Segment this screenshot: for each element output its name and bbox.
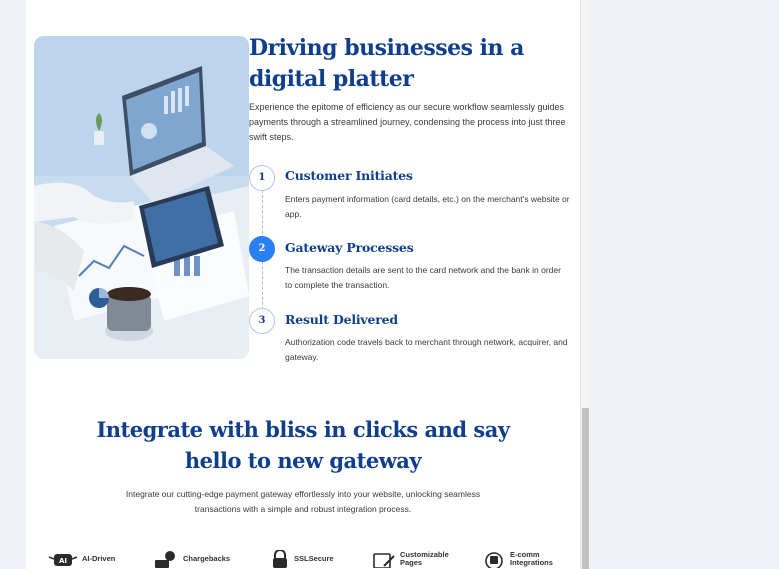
feature-sslsecure: SSLSecure (270, 550, 334, 568)
hero-intro: Experience the epitome of efficiency as … (249, 102, 566, 142)
feature-ecomm-integrations: E-comm Integrations (482, 550, 564, 568)
feature-label-chargebacks: Chargebacks (183, 554, 231, 563)
step-desc-1: Enters payment information (card details… (285, 194, 570, 219)
step-number-2: 2 (249, 236, 275, 262)
integrate-title: Integrate with bliss in clicks and say h… (96, 417, 510, 473)
feature-list: AI AI-Driven Chargebacks SSLSecure Custo… (46, 550, 566, 569)
chargeback-icon (155, 551, 175, 568)
feature-label-ecomm-integrations: E-comm Integrations (510, 550, 553, 567)
scrollbar-thumb[interactable] (582, 408, 589, 569)
feature-chargebacks: Chargebacks (153, 550, 230, 568)
step-title-3: Result Delivered (285, 312, 398, 327)
lock-icon (273, 550, 287, 568)
step-number-1: 1 (249, 165, 275, 191)
step-title-2: Gateway Processes (285, 240, 414, 255)
feature-label-ai-driven: AI-Driven (82, 554, 116, 563)
hero-title: Driving businesses in a digital platter (249, 35, 524, 92)
scrollbar[interactable] (580, 0, 590, 569)
feature-ai-driven: AI AI-Driven (48, 550, 115, 568)
ai-robot-icon: AI (48, 554, 78, 566)
svg-text:AI: AI (59, 557, 67, 565)
page-content: Driving businesses in a digital platter … (26, 0, 580, 569)
ecomm-icon (485, 552, 503, 568)
integrate-subtitle: Integrate our cutting-edge payment gatew… (125, 489, 481, 514)
step-title-1: Customer Initiates (285, 168, 413, 183)
feature-customizable-pages: Customizable Pages (372, 550, 460, 568)
customize-page-icon (373, 553, 395, 568)
step-desc-2: The transaction details are sent to the … (285, 265, 561, 290)
feature-label-customizable-pages: Customizable Pages (400, 550, 449, 567)
step-desc-3: Authorization code travels back to merch… (285, 337, 568, 362)
step-number-3: 3 (249, 308, 275, 334)
hero-photo (34, 36, 249, 359)
feature-label-sslsecure: SSLSecure (294, 554, 334, 563)
